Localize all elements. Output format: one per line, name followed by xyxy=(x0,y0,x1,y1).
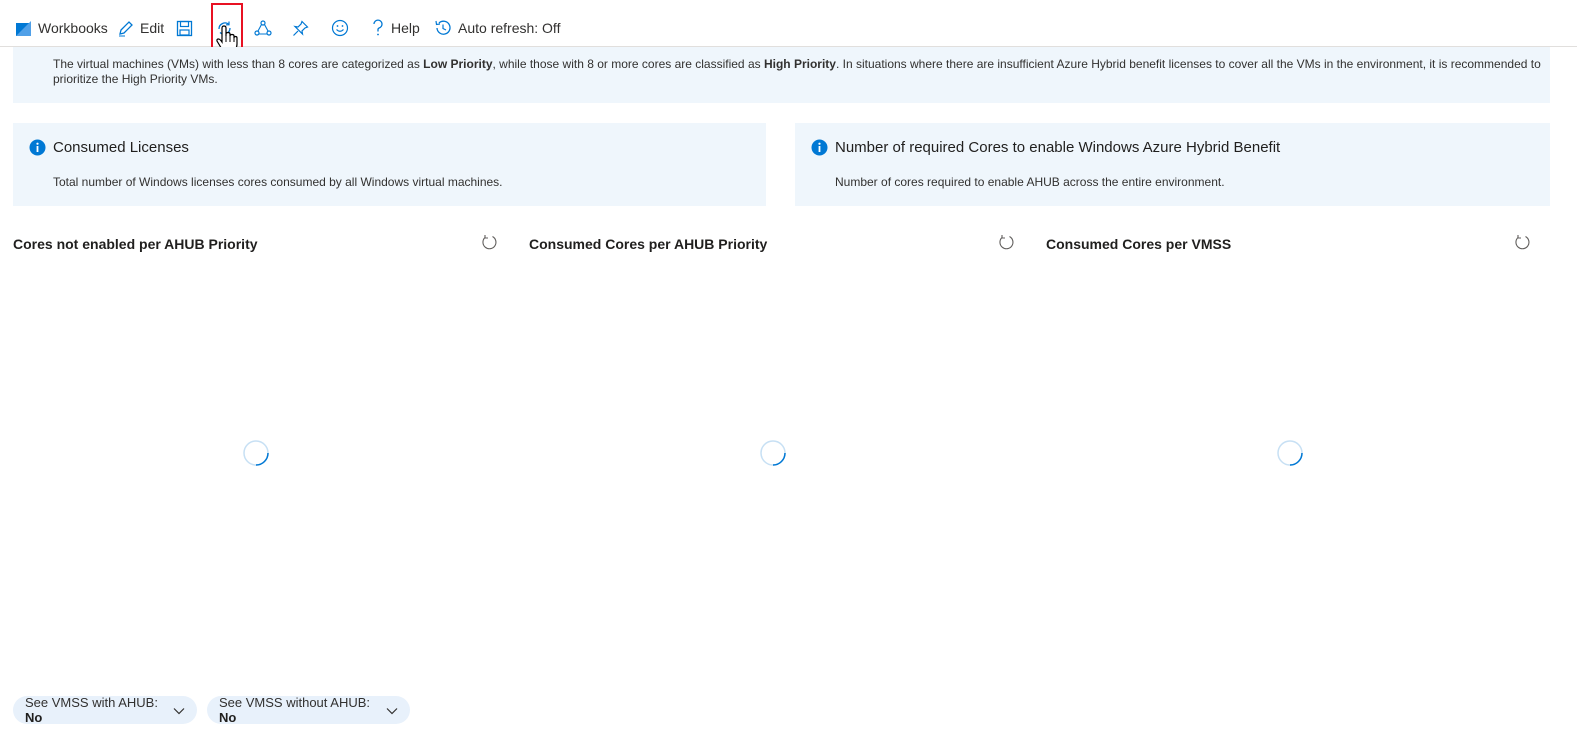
banner-text: The virtual machines (VMs) with less tha… xyxy=(53,57,1541,86)
panel-refresh-icon[interactable] xyxy=(1514,234,1531,254)
card-description: Total number of Windows licenses cores c… xyxy=(53,175,503,189)
help-icon xyxy=(371,19,385,37)
share-button[interactable] xyxy=(254,15,272,41)
help-button[interactable]: Help xyxy=(371,15,420,41)
edit-button[interactable]: Edit xyxy=(117,15,164,41)
history-icon xyxy=(434,19,452,37)
required-cores-card: Number of required Cores to enable Windo… xyxy=(795,123,1550,206)
feedback-icon xyxy=(331,19,349,37)
loading-spinner-icon xyxy=(760,440,786,466)
card-description: Number of cores required to enable AHUB … xyxy=(835,175,1225,189)
info-icon xyxy=(29,139,46,159)
loading-spinner-icon xyxy=(243,440,269,466)
workbooks-label: Workbooks xyxy=(38,20,108,36)
help-label: Help xyxy=(391,20,420,36)
edit-label: Edit xyxy=(140,20,165,36)
auto-refresh-button[interactable]: Auto refresh: Off xyxy=(434,15,560,41)
dropdown-label: See VMSS without AHUB: No xyxy=(219,695,371,725)
save-icon xyxy=(176,20,193,37)
vmss-with-ahub-dropdown[interactable]: See VMSS with AHUB: No xyxy=(13,695,197,725)
workbooks-icon xyxy=(15,20,32,37)
share-icon xyxy=(254,19,272,37)
vmss-without-ahub-dropdown[interactable]: See VMSS without AHUB: No xyxy=(207,695,410,725)
panel-title-consumed-cores-ahub: Consumed Cores per AHUB Priority xyxy=(529,236,768,252)
dropdown-label: See VMSS with AHUB: No xyxy=(25,695,158,725)
edit-icon xyxy=(117,20,134,37)
panel-refresh-icon[interactable] xyxy=(998,234,1015,254)
panel-title-consumed-cores-vmss: Consumed Cores per VMSS xyxy=(1046,236,1232,252)
workbooks-button[interactable]: Workbooks xyxy=(15,15,108,41)
info-icon xyxy=(811,139,828,159)
chevron-down-icon xyxy=(386,703,398,718)
pin-button[interactable] xyxy=(292,15,309,41)
priority-info-banner: The virtual machines (VMs) with less tha… xyxy=(13,47,1550,103)
auto-refresh-label: Auto refresh: Off xyxy=(458,20,561,36)
save-button[interactable] xyxy=(176,15,193,41)
card-title: Consumed Licenses xyxy=(53,139,189,156)
panel-refresh-icon[interactable] xyxy=(481,234,498,254)
panel-title-cores-not-enabled: Cores not enabled per AHUB Priority xyxy=(13,236,258,252)
consumed-licenses-card: Consumed Licenses Total number of Window… xyxy=(13,123,766,206)
card-title: Number of required Cores to enable Windo… xyxy=(835,139,1281,156)
chevron-down-icon xyxy=(173,703,185,718)
feedback-button[interactable] xyxy=(331,15,349,41)
pin-icon xyxy=(292,19,309,37)
loading-spinner-icon xyxy=(1277,440,1303,466)
